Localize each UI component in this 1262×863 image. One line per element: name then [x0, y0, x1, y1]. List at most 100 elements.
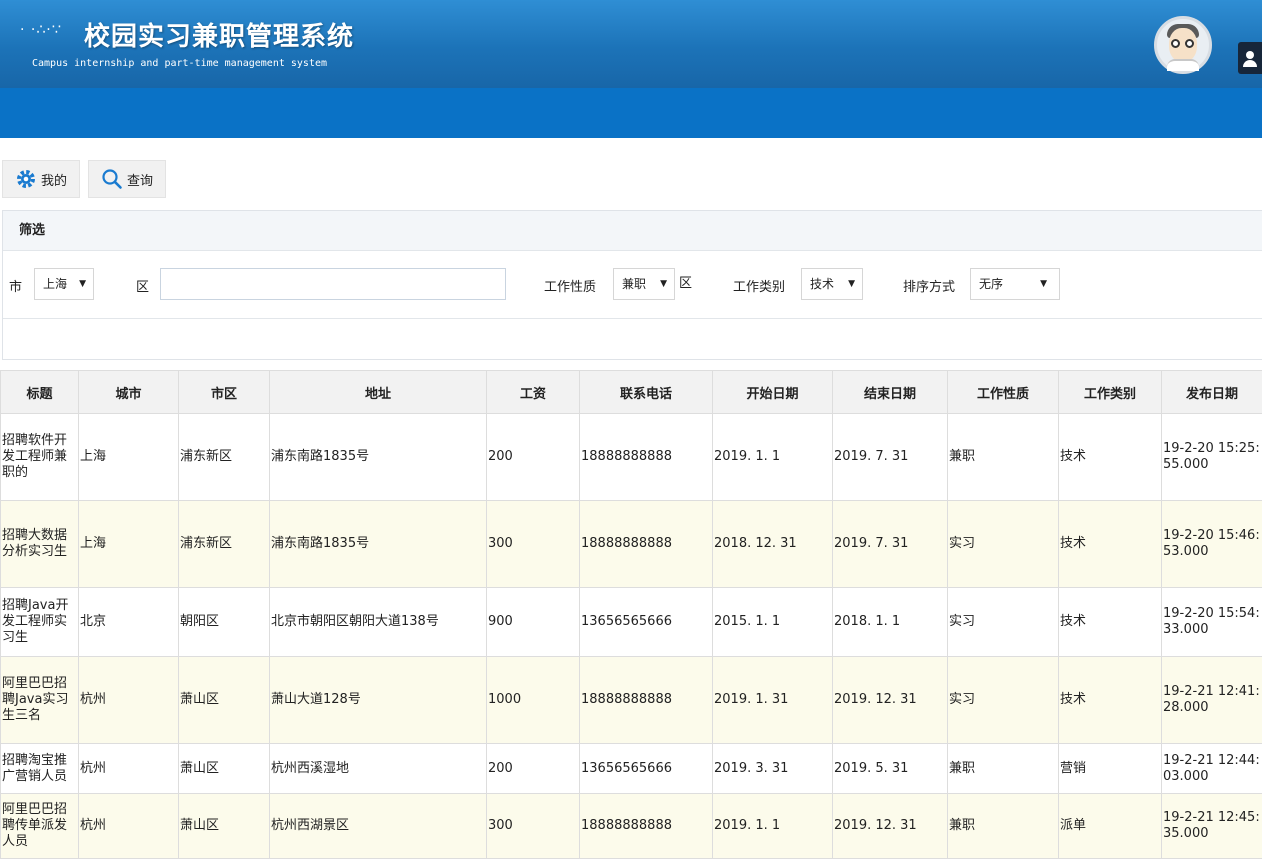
column-header: 市区	[178, 370, 270, 414]
filter-row: 市 上海 ▼ 区 工作性质 兼职 ▼ 区 工作类别 技术 ▼ 排序方式 无序 ▼	[3, 251, 1262, 319]
cell-phone: 18888888888	[579, 413, 713, 501]
cell-district: 浦东新区	[178, 413, 270, 501]
cell-category: 技术	[1058, 656, 1162, 744]
filter-title: 筛选	[3, 211, 1262, 251]
cell-address: 杭州西湖景区	[269, 793, 487, 859]
table-row[interactable]: 招聘大数据分析实习生 上海 浦东新区 浦东南路1835号 300 1888888…	[0, 500, 1262, 588]
cell-salary: 300	[486, 793, 580, 859]
city-select[interactable]: 上海 ▼	[34, 268, 94, 300]
cell-phone: 13656565666	[579, 587, 713, 657]
cell-address: 浦东南路1835号	[269, 413, 487, 501]
cell-nature: 兼职	[947, 413, 1059, 501]
category-select[interactable]: 技术 ▼	[801, 268, 863, 300]
dropdown-arrow-icon: ▼	[1040, 279, 1047, 289]
cell-nature: 兼职	[947, 743, 1059, 794]
app-header: · ·∴·∵ 校园实习兼职管理系统 Campus internship and …	[0, 0, 1262, 88]
query-button[interactable]: 查询	[88, 160, 167, 198]
cell-address: 杭州西溪湿地	[269, 743, 487, 794]
cell-end-date: 2018. 1. 1	[832, 587, 948, 657]
cell-address: 北京市朝阳区朝阳大道138号	[269, 587, 487, 657]
column-header: 城市	[78, 370, 179, 414]
cell-nature: 实习	[947, 587, 1059, 657]
dropdown-arrow-icon: ▼	[79, 279, 86, 289]
table-row[interactable]: 阿里巴巴招聘Java实习生三名 杭州 萧山区 萧山大道128号 1000 188…	[0, 656, 1262, 744]
cell-publish-date: 19-2-21 12:44:03.000	[1161, 743, 1262, 794]
column-header: 工作类别	[1058, 370, 1162, 414]
cell-address: 萧山大道128号	[269, 656, 487, 744]
cell-start-date: 2019. 1. 1	[712, 793, 833, 859]
filter-panel: 筛选 市 上海 ▼ 区 工作性质 兼职 ▼ 区 工作类别 技术 ▼ 排序方式 无…	[2, 210, 1262, 360]
column-header: 工资	[486, 370, 580, 414]
dropdown-arrow-icon: ▼	[848, 279, 855, 289]
cell-city: 杭州	[78, 743, 179, 794]
cell-salary: 300	[486, 500, 580, 588]
table-row[interactable]: 招聘软件开发工程师兼职的 上海 浦东新区 浦东南路1835号 200 18888…	[0, 413, 1262, 501]
column-header: 联系电话	[579, 370, 713, 414]
cell-start-date: 2019. 1. 1	[712, 413, 833, 501]
cell-phone: 13656565666	[579, 743, 713, 794]
cell-end-date: 2019. 5. 31	[832, 743, 948, 794]
column-header: 地址	[269, 370, 487, 414]
cell-district: 浦东新区	[178, 500, 270, 588]
gear-icon	[17, 170, 35, 188]
user-icon[interactable]	[1238, 42, 1262, 74]
cell-start-date: 2018. 12. 31	[712, 500, 833, 588]
cell-title: 招聘淘宝推广营销人员	[0, 743, 79, 794]
job-table: 标题 城市 市区 地址 工资 联系电话 开始日期 结束日期 工作性质 工作类别 …	[0, 370, 1262, 859]
cell-city: 杭州	[78, 656, 179, 744]
column-header: 发布日期	[1161, 370, 1262, 414]
cell-city: 上海	[78, 413, 179, 501]
cell-title: 招聘软件开发工程师兼职的	[0, 413, 79, 501]
column-header: 标题	[0, 370, 79, 414]
search-icon	[102, 169, 122, 189]
cell-category: 技术	[1058, 500, 1162, 588]
cell-address: 浦东南路1835号	[269, 500, 487, 588]
cell-phone: 18888888888	[579, 500, 713, 588]
cell-end-date: 2019. 7. 31	[832, 500, 948, 588]
column-header: 工作性质	[947, 370, 1059, 414]
nature-suffix-label: 区	[679, 276, 693, 291]
cell-city: 上海	[78, 500, 179, 588]
district-input[interactable]	[160, 268, 506, 300]
avatar-icon[interactable]	[1154, 16, 1212, 74]
city-select-value: 上海	[43, 277, 68, 291]
cell-nature: 实习	[947, 500, 1059, 588]
table-row[interactable]: 阿里巴巴招聘传单派发人员 杭州 萧山区 杭州西湖景区 300 188888888…	[0, 793, 1262, 859]
table-header-row: 标题 城市 市区 地址 工资 联系电话 开始日期 结束日期 工作性质 工作类别 …	[0, 370, 1262, 414]
cell-title: 阿里巴巴招聘传单派发人员	[0, 793, 79, 859]
cell-title: 阿里巴巴招聘Java实习生三名	[0, 656, 79, 744]
cell-category: 营销	[1058, 743, 1162, 794]
cell-phone: 18888888888	[579, 656, 713, 744]
cell-nature: 实习	[947, 656, 1059, 744]
cell-title: 招聘Java开发工程师实习生	[0, 587, 79, 657]
cell-start-date: 2019. 3. 31	[712, 743, 833, 794]
cell-salary: 900	[486, 587, 580, 657]
cell-publish-date: 19-2-20 15:25:55.000	[1161, 413, 1262, 501]
cell-category: 技术	[1058, 587, 1162, 657]
cell-city: 杭州	[78, 793, 179, 859]
mine-button[interactable]: 我的	[2, 160, 81, 198]
nav-bar	[0, 88, 1262, 138]
column-header: 开始日期	[712, 370, 833, 414]
table-row[interactable]: 招聘Java开发工程师实习生 北京 朝阳区 北京市朝阳区朝阳大道138号 900…	[0, 587, 1262, 657]
sort-label: 排序方式	[903, 280, 956, 295]
cell-district: 萧山区	[178, 656, 270, 744]
cell-salary: 1000	[486, 656, 580, 744]
cell-publish-date: 19-2-21 12:41:28.000	[1161, 656, 1262, 744]
column-header: 结束日期	[832, 370, 948, 414]
table-row[interactable]: 招聘淘宝推广营销人员 杭州 萧山区 杭州西溪湿地 200 13656565666…	[0, 743, 1262, 794]
cell-start-date: 2019. 1. 31	[712, 656, 833, 744]
sort-select[interactable]: 无序 ▼	[970, 268, 1060, 300]
nature-select[interactable]: 兼职 ▼	[613, 268, 675, 300]
category-select-value: 技术	[810, 277, 835, 291]
logo-dots-icon: · ·∴·∵	[20, 22, 62, 38]
sort-select-value: 无序	[979, 277, 1004, 291]
nature-select-value: 兼职	[622, 277, 647, 291]
cell-start-date: 2015. 1. 1	[712, 587, 833, 657]
cell-district: 萧山区	[178, 743, 270, 794]
cell-publish-date: 19-2-20 15:46:53.000	[1161, 500, 1262, 588]
cell-publish-date: 19-2-20 15:54:33.000	[1161, 587, 1262, 657]
district-label: 区	[136, 280, 150, 295]
cell-district: 萧山区	[178, 793, 270, 859]
toolbar: 我的 查询	[2, 160, 167, 198]
